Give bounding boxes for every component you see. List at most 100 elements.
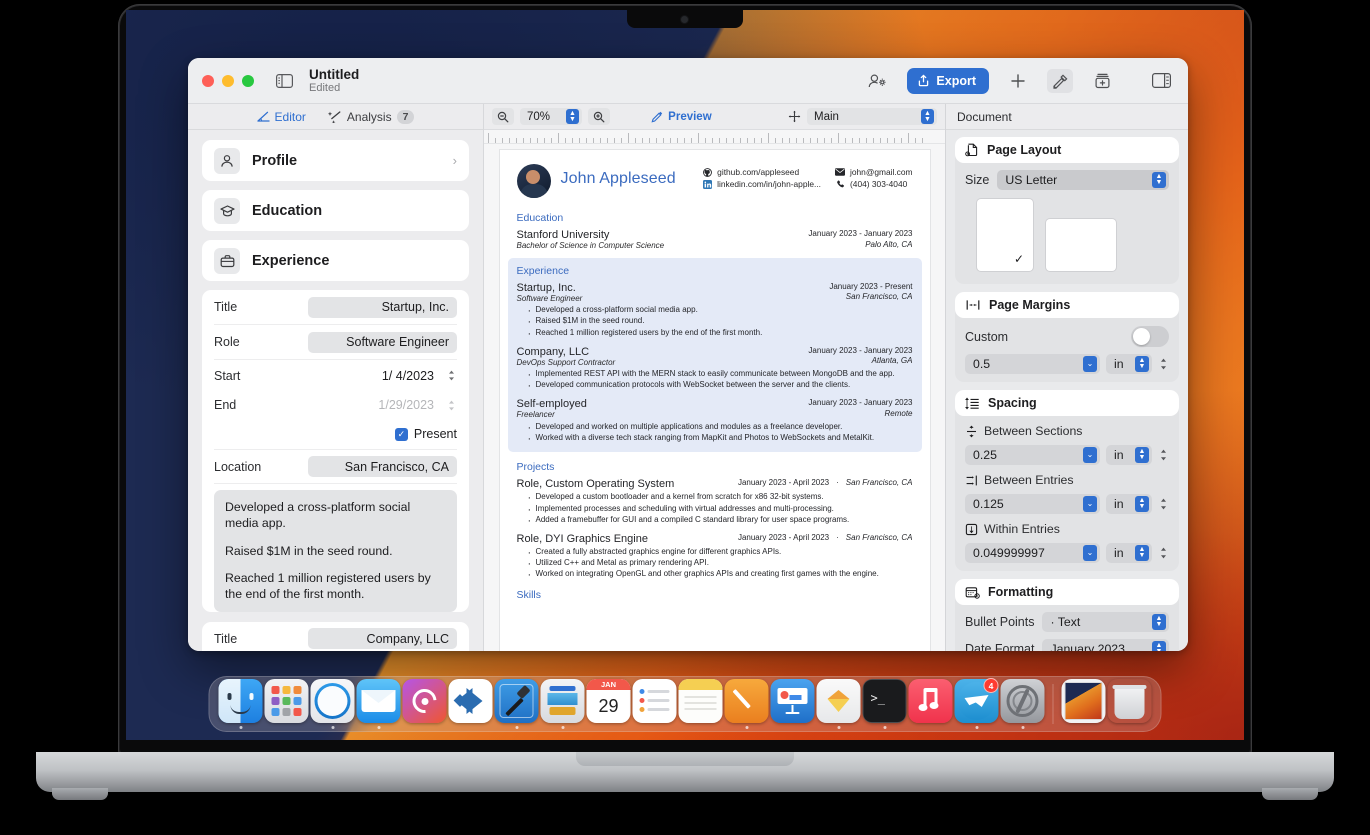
- between-entries-input[interactable]: 0.125 ⌄: [965, 494, 1100, 514]
- date-format-stepper[interactable]: ▲▼: [1152, 641, 1166, 651]
- within-entries-unit-stepper[interactable]: ▲ ▼: [1135, 545, 1149, 561]
- between-entries-unit-value: in: [1114, 497, 1124, 511]
- page-size-stepper[interactable]: ▲ ▼: [1152, 172, 1166, 188]
- sparkle-wand-icon: [327, 110, 342, 123]
- resume-page: John Appleseed github.com/appleseed john…: [499, 150, 930, 651]
- description-textarea[interactable]: Developed a cross-platform social media …: [214, 490, 457, 612]
- dock-item-trash[interactable]: [1107, 679, 1153, 729]
- bullet-points-select[interactable]: · Text ▲ ▼: [1042, 612, 1169, 632]
- between-sections-unit[interactable]: in ▲ ▼: [1106, 445, 1152, 465]
- formatting-header[interactable]: Formatting: [955, 579, 1179, 605]
- spacing-header[interactable]: Spacing: [955, 390, 1179, 416]
- within-entries-unit[interactable]: in ▲ ▼: [1106, 543, 1152, 563]
- add-section-icon[interactable]: [1089, 69, 1115, 93]
- document-scroll-area[interactable]: John Appleseed github.com/appleseed john…: [484, 144, 945, 651]
- page-margins-header[interactable]: Page Margins: [955, 292, 1179, 318]
- dock-item-music[interactable]: [908, 679, 954, 729]
- toggle-inspector-icon[interactable]: [1148, 69, 1174, 93]
- close-button[interactable]: [202, 74, 214, 87]
- present-checkbox[interactable]: ✓: [394, 427, 408, 441]
- preview-mode-button[interactable]: Preview: [651, 111, 712, 123]
- between-entries-unit[interactable]: in ▲ ▼: [1106, 494, 1152, 514]
- margin-value-input[interactable]: 0.5 ⌄: [965, 354, 1100, 374]
- end-date-input[interactable]: 1/29/2023: [372, 397, 440, 413]
- dock-item-calendar[interactable]: JAN 29: [586, 679, 632, 729]
- export-button[interactable]: Export: [907, 67, 989, 94]
- layer-stepper[interactable]: ▲ ▼: [921, 109, 934, 124]
- chevron-right-icon[interactable]: ›: [453, 153, 457, 168]
- dock-item-xcode[interactable]: [494, 679, 540, 729]
- dock-item-simulator[interactable]: [540, 679, 586, 729]
- between-entries-menu[interactable]: ⌄: [1083, 496, 1097, 512]
- margin-value-menu[interactable]: ⌄: [1083, 356, 1097, 372]
- dock-item-reminders[interactable]: [632, 679, 678, 729]
- zoom-level-field[interactable]: 70% ▲ ▼: [520, 108, 582, 125]
- dock-item-system-settings[interactable]: [1000, 679, 1046, 729]
- bullet-points-stepper[interactable]: ▲ ▼: [1152, 614, 1166, 630]
- add-icon[interactable]: [1005, 69, 1031, 93]
- dock-item-terminal[interactable]: >_: [862, 679, 908, 729]
- dock-item-creative-app[interactable]: [402, 679, 448, 729]
- custom-margin-toggle[interactable]: [1131, 326, 1169, 347]
- between-entries-unit-stepper[interactable]: ▲ ▼: [1135, 496, 1149, 512]
- dock-item-vscode[interactable]: [448, 679, 494, 729]
- orientation-portrait[interactable]: ✓: [977, 199, 1033, 271]
- section-profile[interactable]: Profile ›: [202, 140, 469, 181]
- tab-editor[interactable]: Editor: [256, 110, 306, 124]
- toggle-sidebar-icon[interactable]: [276, 73, 293, 88]
- between-sections-stepper[interactable]: [1158, 446, 1169, 465]
- between-sections-label-row: Between Sections: [955, 416, 1179, 438]
- resume-section-experience[interactable]: Experience Startup, Inc. Software Engine…: [507, 257, 922, 453]
- dock-item-launchpad[interactable]: [264, 679, 310, 729]
- zoom-stepper[interactable]: ▲ ▼: [566, 109, 579, 124]
- experience-heading: Experience: [516, 264, 570, 277]
- dock-item-mail[interactable]: [356, 679, 402, 729]
- zoom-in-button[interactable]: [588, 108, 610, 125]
- within-entries-input[interactable]: 0.049999997 ⌄: [965, 543, 1100, 563]
- between-sections-input[interactable]: 0.25 ⌄: [965, 445, 1100, 465]
- end-date-stepper[interactable]: [446, 396, 457, 414]
- dock-item-safari[interactable]: [310, 679, 356, 729]
- projects-heading: Projects: [516, 461, 555, 474]
- margin-unit-select[interactable]: in ▲ ▼: [1106, 354, 1152, 374]
- dock-item-notes[interactable]: [678, 679, 724, 729]
- dock-item-sketch[interactable]: [816, 679, 862, 729]
- location-input[interactable]: San Francisco, CA: [308, 456, 457, 477]
- dock-item-pages[interactable]: [724, 679, 770, 729]
- section-experience[interactable]: Experience: [202, 240, 469, 281]
- end-label: End: [214, 398, 237, 412]
- zoom-out-button[interactable]: [492, 108, 514, 125]
- start-date-stepper[interactable]: [446, 367, 457, 385]
- within-entries-stepper[interactable]: [1158, 544, 1169, 563]
- margin-stepper[interactable]: [1158, 355, 1169, 374]
- minimize-button[interactable]: [222, 74, 234, 87]
- dock-item-finder[interactable]: [218, 679, 264, 729]
- between-sections-menu[interactable]: ⌄: [1083, 447, 1097, 463]
- page-size-select[interactable]: US Letter ▲ ▼: [997, 170, 1169, 190]
- dock-running-indicator: [239, 726, 242, 729]
- tab-analysis[interactable]: Analysis 7: [327, 109, 415, 124]
- margin-unit-stepper[interactable]: ▲ ▼: [1135, 356, 1149, 372]
- start-label: Start: [214, 368, 241, 383]
- page-layout-header[interactable]: Page Layout: [955, 137, 1179, 163]
- start-date-input[interactable]: 1/ 4/2023: [375, 367, 440, 384]
- title-input[interactable]: Startup, Inc.: [308, 296, 457, 318]
- editor-sections-scroll[interactable]: Profile › Education Experience Title Sta…: [188, 130, 483, 651]
- dock-item-wallpaper-file[interactable]: [1061, 679, 1107, 729]
- share-contacts-icon[interactable]: [865, 69, 891, 93]
- title-input-2[interactable]: Company, LLC: [308, 628, 457, 650]
- date-format-select[interactable]: January 2023 ▲▼: [1042, 639, 1169, 651]
- section-education[interactable]: Education: [202, 190, 469, 231]
- between-entries-stepper[interactable]: [1158, 495, 1169, 514]
- role-input[interactable]: Software Engineer: [308, 331, 457, 353]
- orientation-landscape[interactable]: [1046, 219, 1116, 271]
- layer-select[interactable]: Main ▲ ▼: [807, 108, 937, 125]
- between-sections-unit-stepper[interactable]: ▲ ▼: [1135, 447, 1149, 463]
- within-entries-menu[interactable]: ⌄: [1083, 545, 1097, 561]
- dock-item-telegram[interactable]: 4: [954, 678, 1000, 729]
- dock-item-keynote[interactable]: [770, 679, 816, 729]
- zoom-button[interactable]: [242, 74, 254, 87]
- style-brush-icon[interactable]: [1047, 68, 1073, 93]
- present-checkbox-row[interactable]: ✓ Present: [214, 419, 457, 449]
- inspector-scroll[interactable]: Page Layout Size US Letter ▲ ▼ ✓ Page Ma…: [946, 130, 1188, 651]
